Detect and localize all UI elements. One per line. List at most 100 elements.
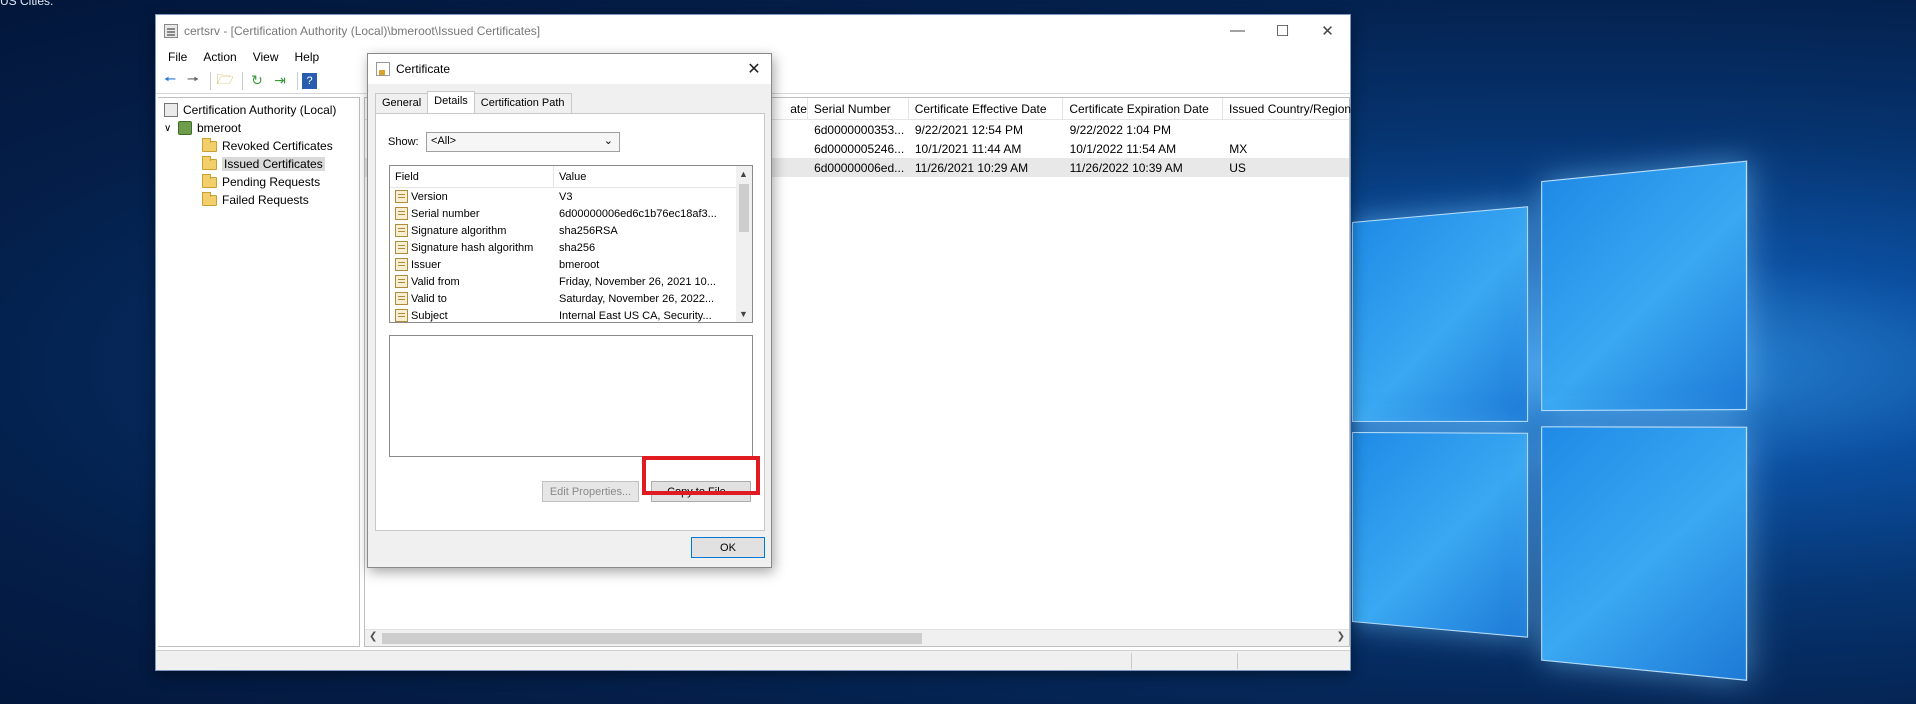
cell-country: US [1223,161,1349,175]
scroll-right-icon[interactable]: ❯ [1337,631,1345,642]
console-tree: Certification Authority (Local) ∨ bmeroo… [158,97,360,647]
scroll-left-icon[interactable]: ❮ [369,631,377,642]
folder-icon [202,177,217,188]
details-tab-panel: Show: <All> ⌄ Field Value Version V3 Ser… [375,113,765,531]
field-icon [395,275,408,288]
field-row[interactable]: Version V3 [390,188,752,205]
field-name: Serial number [411,208,479,220]
menu-file[interactable]: File [160,50,195,64]
mmc-app-icon [164,24,178,38]
tree-root-label: Certification Authority (Local) [183,103,336,117]
dialog-close-icon[interactable]: ✕ [743,58,765,80]
field-value-detail-box[interactable] [389,335,753,457]
cell-expiration-date: 11/26/2022 10:39 AM [1064,161,1224,175]
tab-details[interactable]: Details [427,91,475,113]
maximize-button[interactable]: ☐ [1260,15,1305,46]
edit-properties-button[interactable]: Edit Properties... [542,481,639,502]
tree-item-pending-requests[interactable]: Pending Requests [158,173,359,191]
tab-certification-path[interactable]: Certification Path [474,93,572,113]
field-value: Internal East US CA, Security... [554,310,734,322]
cell-serial: 6d0000005246... [808,142,909,156]
forward-arrow-icon[interactable]: 🠖 [183,71,203,91]
tab-general[interactable]: General [375,93,428,113]
copy-to-file-button[interactable]: Copy to File... [651,481,751,502]
menu-view[interactable]: View [245,50,287,64]
field-name: Subject [411,310,448,322]
dialog-title: Certificate [396,62,450,76]
menu-action[interactable]: Action [195,50,244,64]
column-header-effective-date[interactable]: Certificate Effective Date [909,98,1064,119]
field-row[interactable]: Serial number 6d00000006ed6c1b76ec18af3.… [390,205,752,222]
fields-header: Field Value [390,166,752,188]
field-icon [395,207,408,220]
tree-item-revoked-certificates[interactable]: Revoked Certificates [158,137,359,155]
up-folder-icon[interactable]: 🗁 [215,71,235,91]
folder-icon [202,141,217,152]
tree-item-label: Revoked Certificates [222,139,333,153]
cell-serial: 6d00000006ed... [808,161,909,175]
tree-root-ca[interactable]: Certification Authority (Local) [158,101,359,119]
certificate-fields-list: Field Value Version V3 Serial number 6d0… [389,165,753,323]
scroll-up-icon[interactable]: ▲ [739,169,748,179]
cell-effective-date: 9/22/2021 12:54 PM [909,123,1064,137]
column-header-country-region[interactable]: Issued Country/Region [1223,98,1349,119]
field-icon [395,190,408,203]
tree-item-failed-requests[interactable]: Failed Requests [158,191,359,209]
windows-logo-pane [1352,206,1528,422]
field-icon [395,224,408,237]
field-value: Saturday, November 26, 2022... [554,293,734,305]
folder-icon [202,195,217,206]
windows-logo-pane [1541,161,1747,412]
field-value: sha256 [554,242,734,254]
scrollbar-thumb[interactable] [382,633,922,644]
cell-serial: 6d0000000353... [808,123,909,137]
show-label: Show: [388,136,419,148]
column-header-field[interactable]: Field [390,166,554,187]
tree-item-issued-certificates[interactable]: Issued Certificates [158,155,359,173]
column-header-serial-number[interactable]: Serial Number [808,98,909,119]
field-name: Signature hash algorithm [411,242,533,254]
field-value: V3 [554,191,734,203]
show-dropdown-value: <All> [431,135,456,147]
field-icon [395,292,408,305]
ca-server-icon [178,121,192,135]
dialog-tabs: General Details Certification Path [375,93,571,113]
horizontal-scrollbar[interactable]: ❮ ❯ [365,629,1349,646]
scrollbar-thumb[interactable] [739,184,749,232]
field-row[interactable]: Signature hash algorithm sha256 [390,239,752,256]
field-row[interactable]: Subject Internal East US CA, Security... [390,307,752,323]
fields-vertical-scrollbar[interactable]: ▲ ▼ [736,166,752,322]
refresh-icon[interactable]: ↻ [247,71,267,91]
ca-icon [164,103,178,117]
field-value: sha256RSA [554,225,734,237]
field-row[interactable]: Issuer bmeroot [390,256,752,273]
field-icon [395,258,408,271]
menu-help[interactable]: Help [287,50,328,64]
cell-expiration-date: 10/1/2022 11:54 AM [1064,142,1224,156]
minimize-button[interactable]: — [1215,15,1260,46]
windows-logo-pane [1352,432,1528,638]
dialog-title-bar[interactable]: Certificate [368,54,771,84]
ok-button[interactable]: OK [691,537,765,558]
field-value: Friday, November 26, 2021 10... [554,276,734,288]
scroll-down-icon[interactable]: ▼ [739,309,748,319]
field-row[interactable]: Signature algorithm sha256RSA [390,222,752,239]
chevron-down-icon[interactable]: ∨ [164,123,178,134]
export-list-icon[interactable]: ⇥ [270,71,290,91]
show-dropdown[interactable]: <All> ⌄ [426,132,620,152]
help-icon[interactable]: ? [302,73,317,89]
field-value: 6d00000006ed6c1b76ec18af3... [554,208,734,220]
desktop-corner-text: US Cities. [0,0,53,8]
column-header-expiration-date[interactable]: Certificate Expiration Date [1063,98,1223,119]
close-button[interactable]: ✕ [1305,15,1350,46]
field-name: Issuer [411,259,441,271]
field-row[interactable]: Valid from Friday, November 26, 2021 10.… [390,273,752,290]
field-name: Version [411,191,448,203]
field-icon [395,241,408,254]
tree-server[interactable]: ∨ bmeroot [158,119,359,137]
back-arrow-icon[interactable]: 🠔 [160,71,180,91]
window-title: certsrv - [Certification Authority (Loca… [184,24,540,38]
field-row[interactable]: Valid to Saturday, November 26, 2022... [390,290,752,307]
window-title-bar[interactable]: certsrv - [Certification Authority (Loca… [156,15,1350,46]
column-header-value[interactable]: Value [554,166,734,187]
